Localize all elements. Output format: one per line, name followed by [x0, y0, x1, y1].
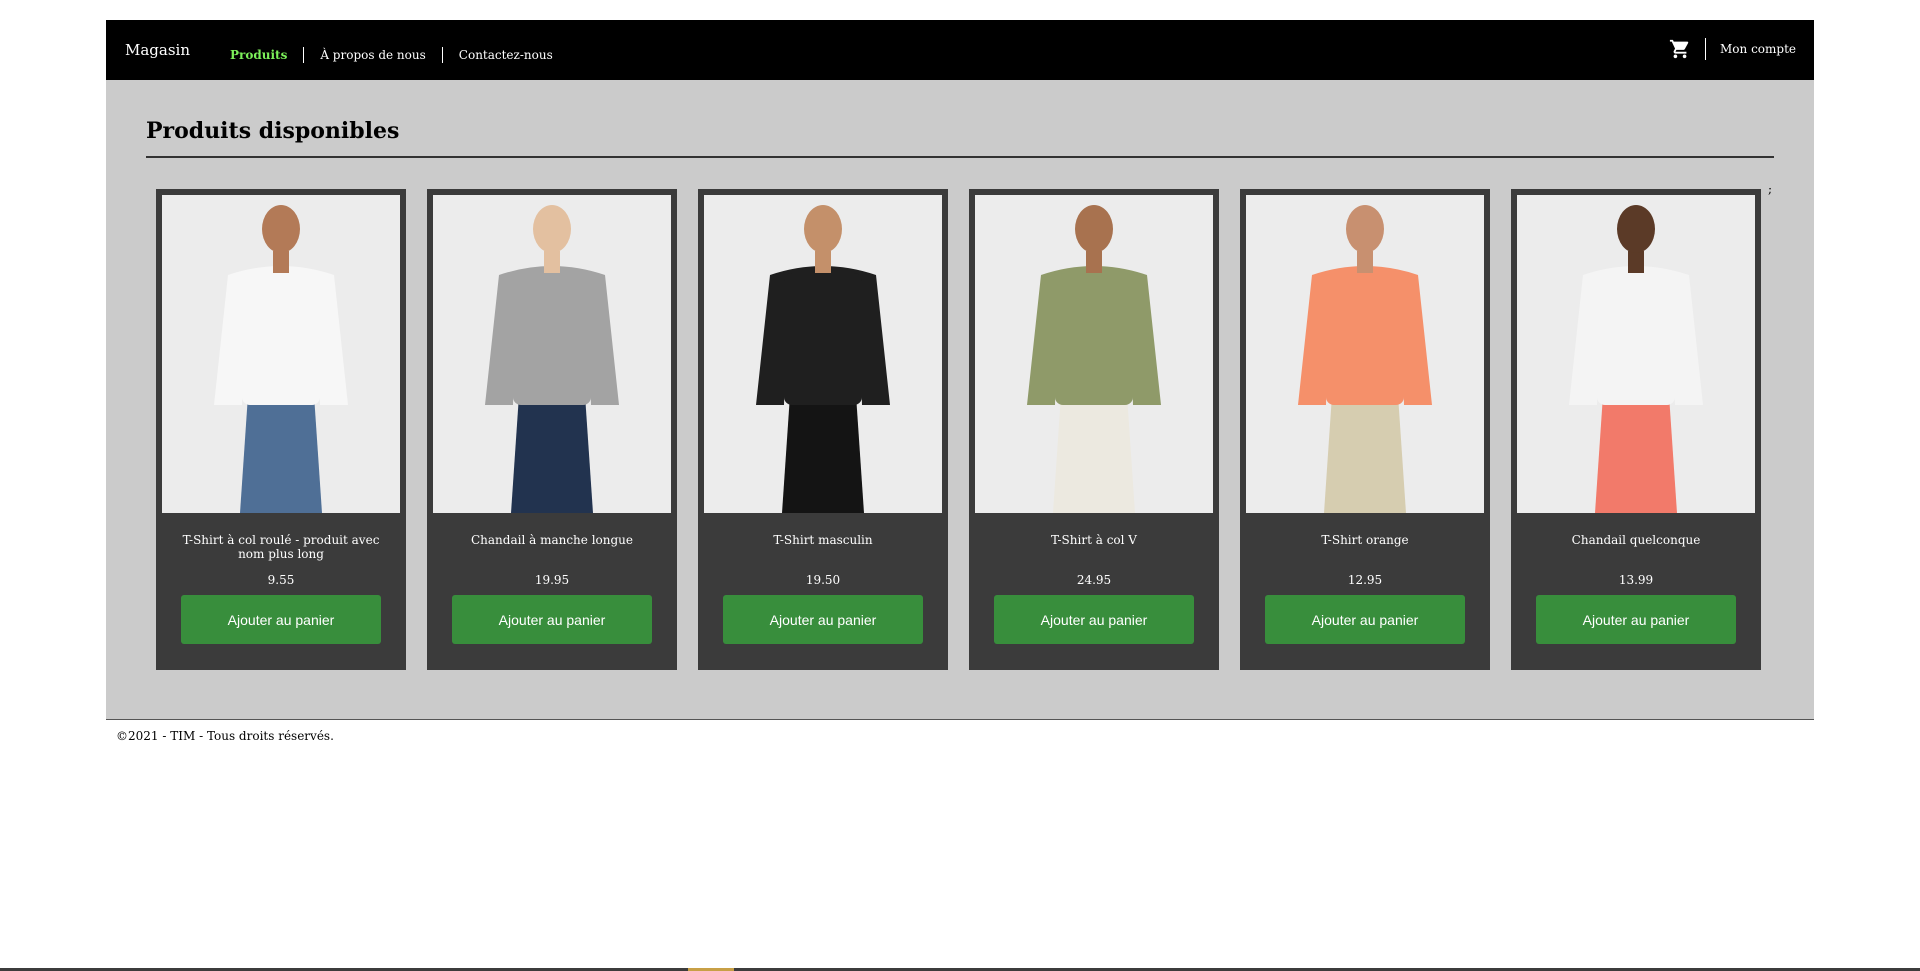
product-name: T-Shirt orange [1321, 533, 1409, 547]
stray-text: ; [1768, 182, 1773, 196]
product-card: T-Shirt masculin 19.50 Ajouter au panier [698, 189, 948, 670]
product-price: 9.55 [267, 573, 295, 587]
add-to-cart-button[interactable]: Ajouter au panier [1536, 595, 1736, 644]
product-photo-illustration [433, 195, 671, 513]
product-image[interactable] [704, 195, 942, 513]
product-price: 13.99 [1618, 573, 1654, 587]
nav-link-a-propos[interactable]: À propos de nous [303, 47, 441, 63]
product-name: Chandail à manche longue [470, 533, 634, 547]
nav-link-contact[interactable]: Contactez-nous [441, 47, 569, 63]
product-name: Chandail quelconque [1571, 533, 1701, 547]
nav-right: Mon compte [1669, 38, 1796, 60]
shopping-cart-icon[interactable] [1669, 38, 1691, 60]
navbar: Magasin Produits À propos de nous Contac… [106, 20, 1814, 80]
add-to-cart-button[interactable]: Ajouter au panier [181, 595, 381, 644]
product-price: 19.50 [805, 573, 841, 587]
add-to-cart-button[interactable]: Ajouter au panier [994, 595, 1194, 644]
main-content: Produits disponibles ; T-Shirt à col rou… [106, 80, 1814, 720]
product-card: T-Shirt à col V 24.95 Ajouter au panier [969, 189, 1219, 670]
product-price: 12.95 [1347, 573, 1383, 587]
product-card: T-Shirt à col roulé - produit avec nom p… [156, 189, 406, 670]
main-nav: Produits À propos de nous Contactez-nous [230, 47, 569, 63]
product-card: Chandail à manche longue 19.95 Ajouter au … [427, 189, 677, 670]
nav-divider [1705, 38, 1707, 60]
product-photo-illustration [975, 195, 1213, 513]
product-photo-illustration [1517, 195, 1755, 513]
page-container: Magasin Produits À propos de nous Contac… [106, 20, 1814, 720]
product-price: 24.95 [1076, 573, 1112, 587]
product-image[interactable] [975, 195, 1213, 513]
product-photo-illustration [1246, 195, 1484, 513]
nav-link-produits[interactable]: Produits [230, 47, 303, 63]
product-name: T-Shirt à col roulé - produit avec nom p… [182, 533, 380, 561]
footer-copyright: ©2021 - TIM - Tous droits réservés. [116, 729, 334, 743]
product-price: 19.95 [534, 573, 570, 587]
product-image[interactable] [433, 195, 671, 513]
product-image[interactable] [1246, 195, 1484, 513]
product-photo-illustration [162, 195, 400, 513]
title-divider [146, 156, 1774, 158]
product-image[interactable] [1517, 195, 1755, 513]
product-card: T-Shirt orange 12.95 Ajouter au panier [1240, 189, 1490, 670]
footer-divider [106, 719, 1814, 720]
add-to-cart-button[interactable]: Ajouter au panier [723, 595, 923, 644]
brand-logo[interactable]: Magasin [125, 41, 190, 59]
product-name: T-Shirt masculin [773, 533, 873, 547]
product-card: Chandail quelconque 13.99 Ajouter au panie… [1511, 189, 1761, 670]
product-name: T-Shirt à col V [1051, 533, 1137, 547]
product-photo-illustration [704, 195, 942, 513]
account-link[interactable]: Mon compte [1720, 42, 1796, 56]
product-image[interactable] [162, 195, 400, 513]
page-title: Produits disponibles [146, 118, 400, 144]
add-to-cart-button[interactable]: Ajouter au panier [1265, 595, 1465, 644]
add-to-cart-button[interactable]: Ajouter au panier [452, 595, 652, 644]
